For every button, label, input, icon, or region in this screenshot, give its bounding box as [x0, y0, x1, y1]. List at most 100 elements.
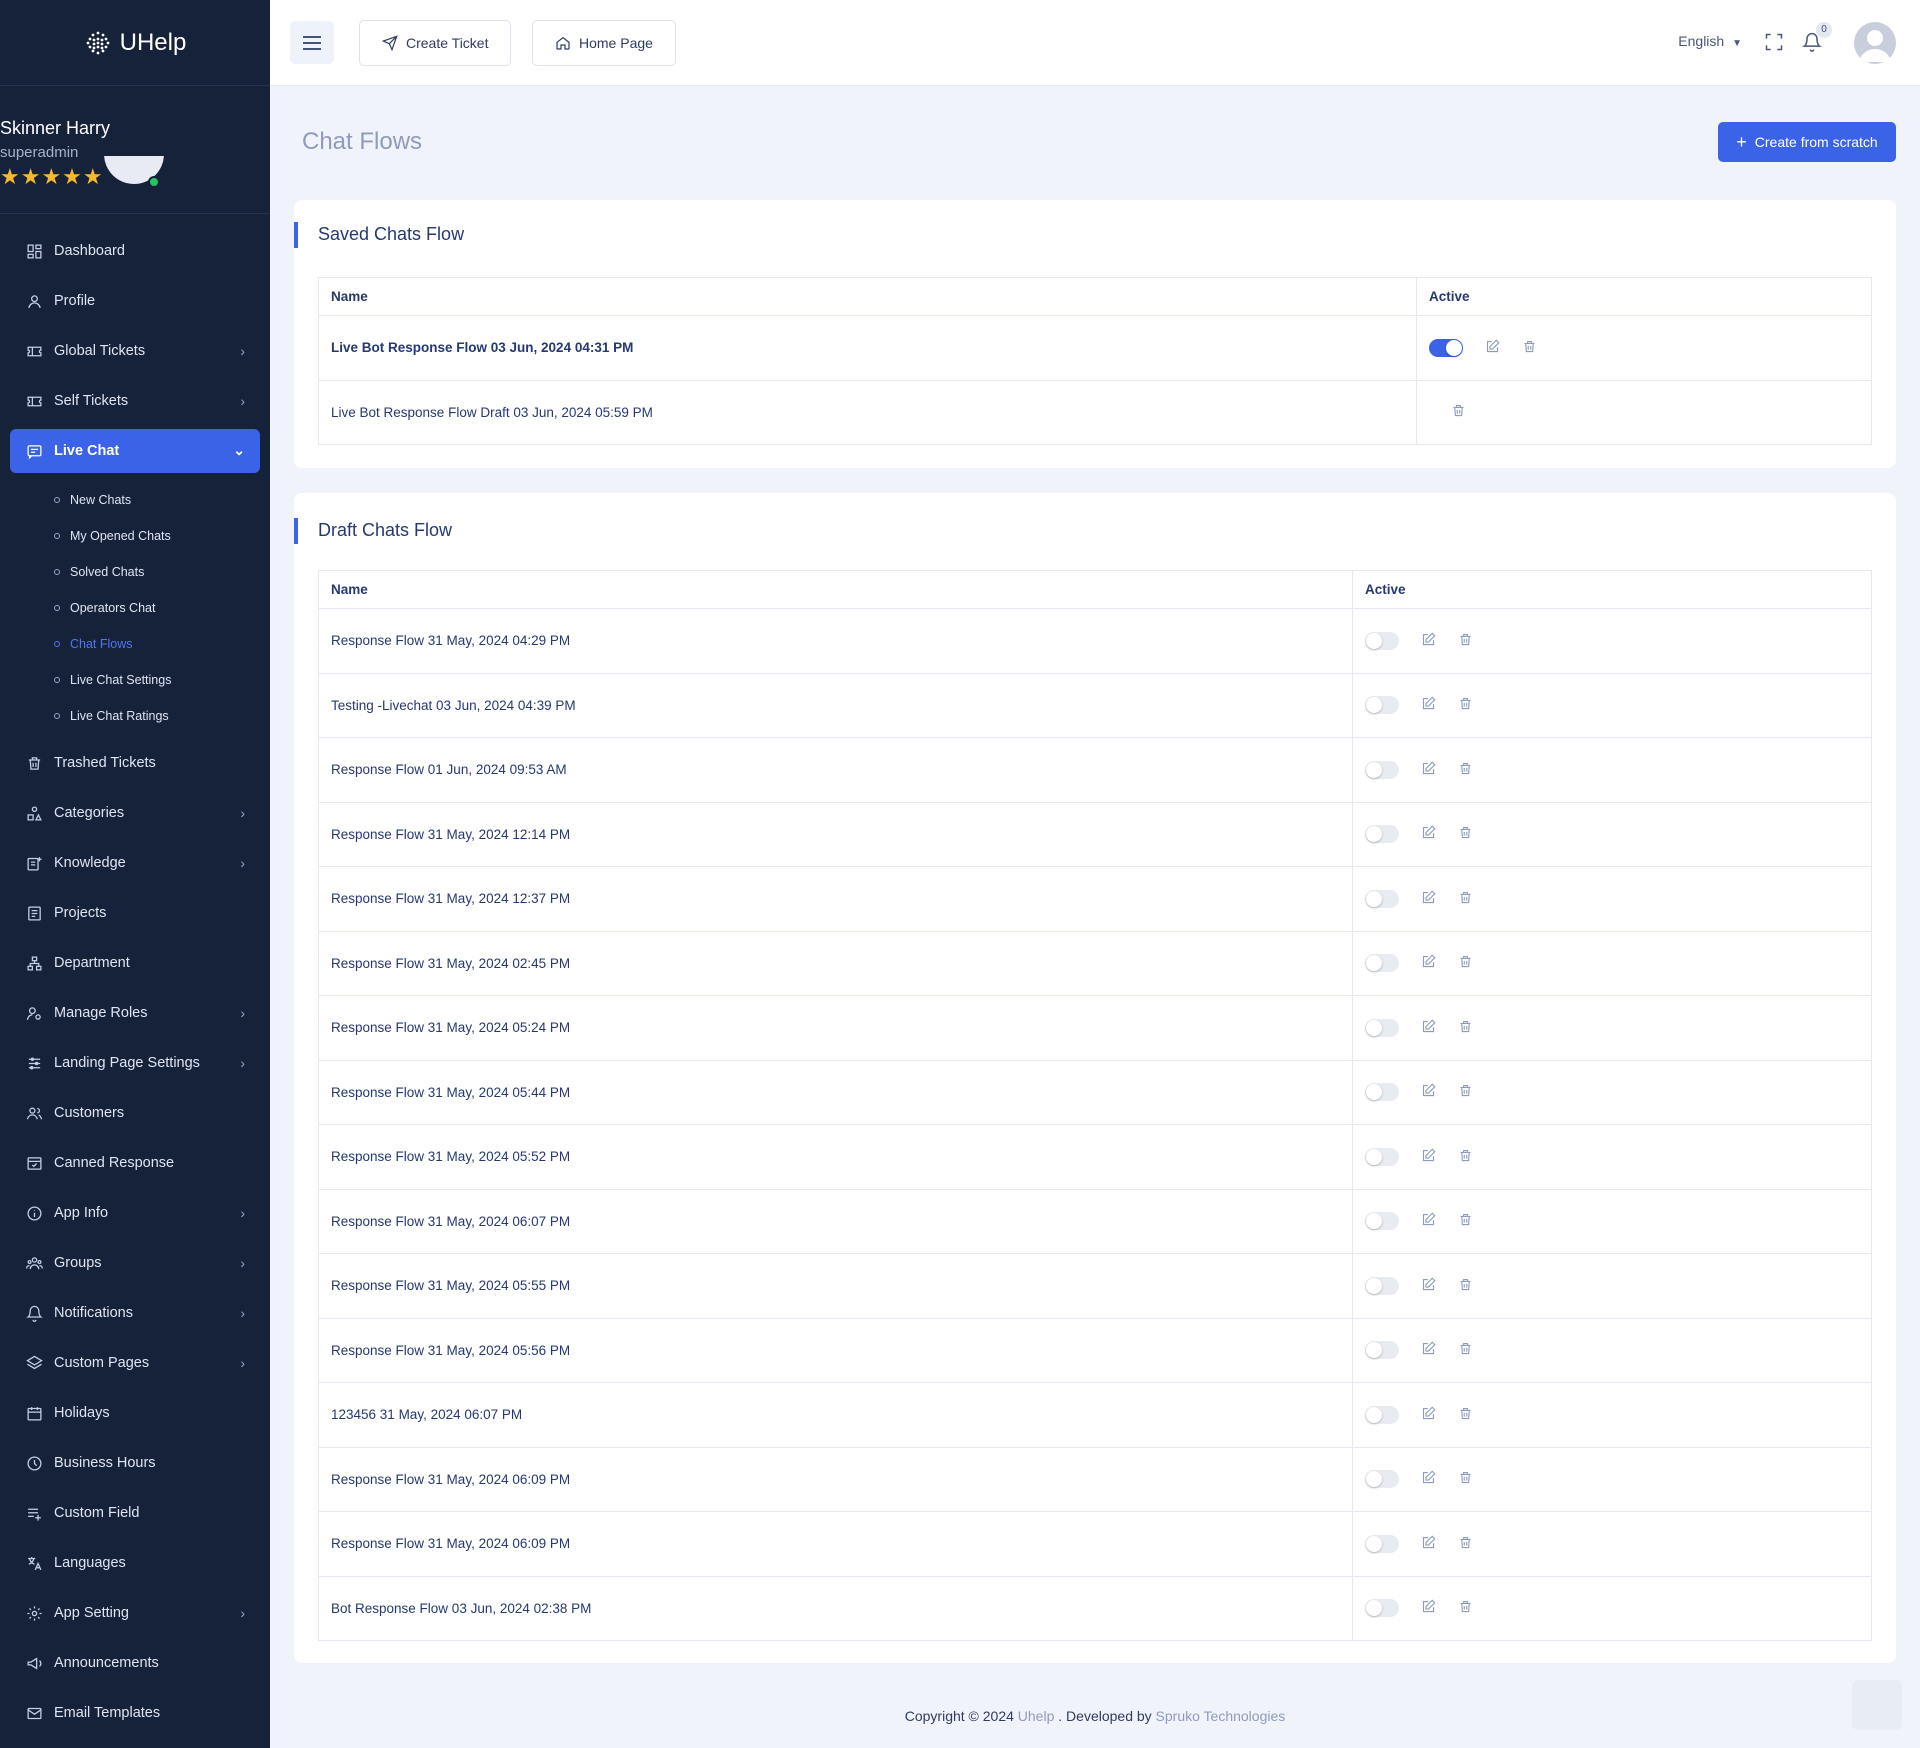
user-avatar[interactable] — [1854, 22, 1896, 64]
language-dropdown[interactable]: English ▼ — [1678, 33, 1742, 49]
sidebar-item-landing-page-settings[interactable]: Landing Page Settings › — [0, 1038, 270, 1088]
sidebar-item-trashed-tickets[interactable]: Trashed Tickets — [0, 738, 270, 788]
active-toggle[interactable] — [1365, 631, 1399, 650]
edit-icon[interactable] — [1421, 1341, 1436, 1359]
sidebar-item-global-tickets[interactable]: Global Tickets › — [0, 326, 270, 376]
sidebar-item-app-setting[interactable]: App Setting › — [0, 1588, 270, 1638]
active-toggle[interactable] — [1365, 825, 1399, 844]
brand[interactable]: UHelp — [0, 0, 270, 86]
create-ticket-button[interactable]: Create Ticket — [359, 20, 512, 66]
sidebar-item-projects[interactable]: Projects — [0, 888, 270, 938]
sidebar-item-live-chat[interactable]: Live Chat ⌄ — [10, 429, 260, 473]
submenu-item-chat-flows[interactable]: Chat Flows — [0, 626, 270, 662]
delete-icon[interactable] — [1458, 1277, 1473, 1295]
edit-icon[interactable] — [1421, 696, 1436, 714]
active-toggle[interactable] — [1365, 1212, 1399, 1231]
delete-icon[interactable] — [1458, 1406, 1473, 1424]
sidebar-item-categories[interactable]: Categories › — [0, 788, 270, 838]
delete-icon[interactable] — [1458, 890, 1473, 908]
delete-icon[interactable] — [1458, 696, 1473, 714]
edit-icon[interactable] — [1421, 632, 1436, 650]
edit-icon[interactable] — [1421, 1406, 1436, 1424]
active-toggle[interactable] — [1429, 338, 1463, 357]
sidebar-item-knowledge[interactable]: Knowledge › — [0, 838, 270, 888]
sidebar-item-self-tickets[interactable]: Self Tickets › — [0, 376, 270, 426]
delete-icon[interactable] — [1458, 1019, 1473, 1037]
delete-icon[interactable] — [1458, 1083, 1473, 1101]
active-toggle[interactable] — [1365, 1470, 1399, 1489]
sidebar-item-manage-roles[interactable]: Manage Roles › — [0, 988, 270, 1038]
sidebar-item-app-info[interactable]: App Info › — [0, 1188, 270, 1238]
active-toggle[interactable] — [1365, 1599, 1399, 1618]
sidebar-toggle-button[interactable] — [290, 21, 334, 64]
home-page-button[interactable]: Home Page — [532, 20, 676, 66]
active-toggle[interactable] — [1365, 1083, 1399, 1102]
gear-icon — [25, 1604, 43, 1622]
active-toggle[interactable] — [1365, 696, 1399, 715]
sidebar-item-holidays[interactable]: Holidays — [0, 1388, 270, 1438]
delete-icon[interactable] — [1458, 1341, 1473, 1359]
sidebar-item-email-templates[interactable]: Email Templates — [0, 1688, 270, 1738]
footer-brand-link[interactable]: Uhelp — [1018, 1708, 1055, 1724]
footer-developer-link[interactable]: Spruko Technologies — [1156, 1708, 1286, 1724]
active-toggle[interactable] — [1365, 954, 1399, 973]
submenu-item-operators-chat[interactable]: Operators Chat — [0, 590, 270, 626]
sidebar-item-notifications[interactable]: Notifications › — [0, 1288, 270, 1338]
submenu-item-live-chat-settings[interactable]: Live Chat Settings — [0, 662, 270, 698]
delete-icon[interactable] — [1522, 339, 1537, 357]
edit-icon[interactable] — [1421, 1019, 1436, 1037]
active-toggle[interactable] — [1365, 1276, 1399, 1295]
sidebar-item-dashboard[interactable]: Dashboard — [0, 226, 270, 276]
delete-icon[interactable] — [1458, 1470, 1473, 1488]
active-actions-cell — [1352, 1511, 1872, 1577]
edit-icon[interactable] — [1421, 890, 1436, 908]
delete-icon[interactable] — [1458, 761, 1473, 779]
delete-icon[interactable] — [1458, 632, 1473, 650]
submenu-item-live-chat-ratings[interactable]: Live Chat Ratings — [0, 698, 270, 734]
ticket-icon — [25, 392, 43, 410]
active-toggle[interactable] — [1365, 1534, 1399, 1553]
sidebar-item-profile[interactable]: Profile — [0, 276, 270, 326]
sidebar-item-custom-pages[interactable]: Custom Pages › — [0, 1338, 270, 1388]
submenu-item-solved-chats[interactable]: Solved Chats — [0, 554, 270, 590]
edit-icon[interactable] — [1421, 1470, 1436, 1488]
create-from-scratch-button[interactable]: + Create from scratch — [1718, 122, 1896, 162]
active-toggle[interactable] — [1365, 760, 1399, 779]
delete-icon[interactable] — [1458, 954, 1473, 972]
sidebar-item-customers[interactable]: Customers — [0, 1088, 270, 1138]
active-toggle[interactable] — [1365, 1147, 1399, 1166]
active-toggle[interactable] — [1365, 889, 1399, 908]
delete-icon[interactable] — [1458, 825, 1473, 843]
edit-icon[interactable] — [1421, 1535, 1436, 1553]
sidebar-item-languages[interactable]: Languages — [0, 1538, 270, 1588]
sidebar-item-business-hours[interactable]: Business Hours — [0, 1438, 270, 1488]
edit-icon[interactable] — [1421, 825, 1436, 843]
delete-icon[interactable] — [1451, 403, 1466, 421]
footer-copyright: Copyright © 2024 — [904, 1708, 1018, 1724]
edit-icon[interactable] — [1421, 954, 1436, 972]
edit-icon[interactable] — [1421, 1599, 1436, 1617]
submenu-item-new-chats[interactable]: New Chats — [0, 482, 270, 518]
delete-icon[interactable] — [1458, 1535, 1473, 1553]
scroll-to-top-button[interactable] — [1852, 1680, 1902, 1730]
delete-icon[interactable] — [1458, 1148, 1473, 1166]
edit-icon[interactable] — [1421, 1277, 1436, 1295]
active-toggle[interactable] — [1365, 1018, 1399, 1037]
sidebar-item-canned-response[interactable]: Canned Response — [0, 1138, 270, 1188]
delete-icon[interactable] — [1458, 1212, 1473, 1230]
edit-icon[interactable] — [1485, 339, 1500, 357]
active-toggle[interactable] — [1365, 1341, 1399, 1360]
edit-icon[interactable] — [1421, 1083, 1436, 1101]
edit-icon[interactable] — [1421, 1212, 1436, 1230]
edit-icon[interactable] — [1421, 761, 1436, 779]
delete-icon[interactable] — [1458, 1599, 1473, 1617]
submenu-item-my-opened-chats[interactable]: My Opened Chats — [0, 518, 270, 554]
sidebar-item-custom-field[interactable]: Custom Field — [0, 1488, 270, 1538]
active-toggle[interactable] — [1365, 1405, 1399, 1424]
sidebar-item-groups[interactable]: Groups › — [0, 1238, 270, 1288]
edit-icon[interactable] — [1421, 1148, 1436, 1166]
sidebar-item-department[interactable]: Department — [0, 938, 270, 988]
fullscreen-icon[interactable] — [1764, 32, 1784, 52]
table-row: Live Bot Response Flow Draft 03 Jun, 202… — [318, 379, 1872, 445]
sidebar-item-announcements[interactable]: Announcements — [0, 1638, 270, 1688]
